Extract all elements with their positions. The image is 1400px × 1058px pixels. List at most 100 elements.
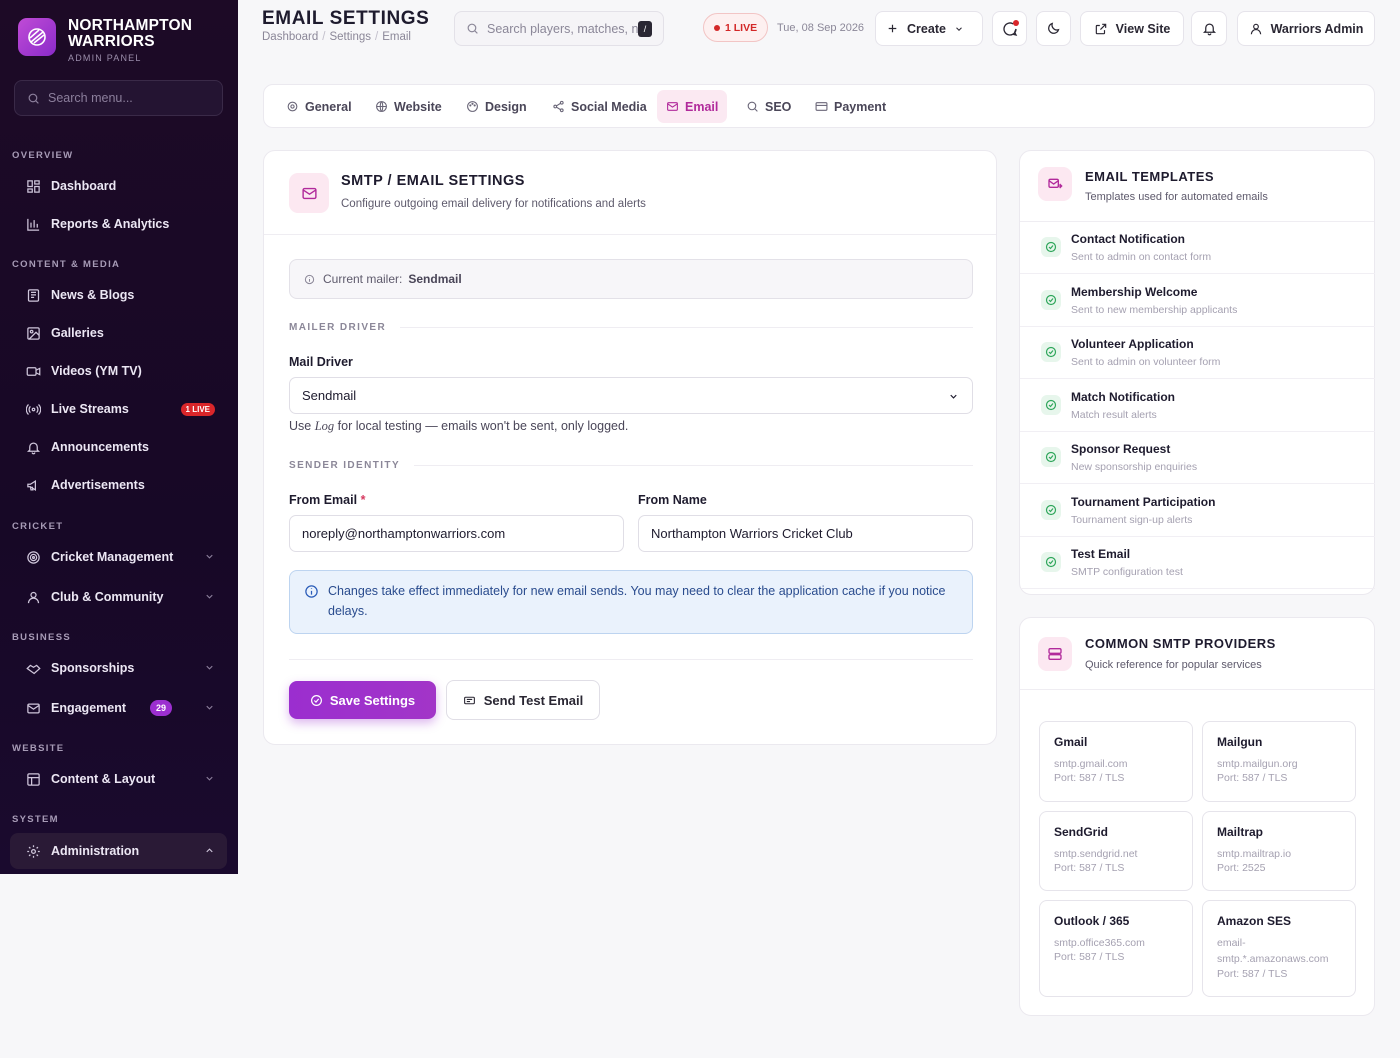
engagement-count-badge: 29 [150,700,173,716]
save-settings-button[interactable]: Save Settings [289,681,436,719]
sidebar-item-label: Club & Community [51,590,164,604]
provider-card[interactable]: SendGrid smtp.sendgrid.net Port: 587 / TLS [1039,811,1193,891]
user-menu-button[interactable]: Warriors Admin [1237,11,1375,46]
help-text-post: for local testing — emails won't be sent… [337,419,629,433]
sidebar-item-label: Reports & Analytics [51,217,170,231]
chevron-down-icon [204,551,215,562]
tab-design[interactable]: Design [457,90,536,123]
sidebar-item-advertisements[interactable]: Advertisements [10,467,227,503]
sidebar-item-news[interactable]: News & Blogs [10,277,227,313]
sidebar-item-club-community[interactable]: Club & Community [10,579,227,615]
cache-notice-text: Changes take effect immediately for new … [328,584,946,618]
broadcast-icon [24,400,42,418]
tab-general[interactable]: General [277,90,361,123]
provider-card[interactable]: Mailtrap smtp.mailtrap.io Port: 2525 [1202,811,1356,891]
theme-toggle-button[interactable] [1036,11,1071,46]
from-name-value: Northampton Warriors Cricket Club [651,526,853,541]
save-settings-label: Save Settings [329,692,416,708]
template-row[interactable]: Membership Welcome Sent to new membership… [1020,275,1375,327]
template-row[interactable]: Tournament Participation Tournament sign-… [1020,485,1375,537]
tab-label: Social Media [571,99,647,114]
brand[interactable]: NORTHAMPTON WARRIORS ADMIN PANEL [18,18,208,63]
sidebar-item-label: Content & Layout [51,772,156,786]
sidebar-search-input[interactable]: Search menu... [14,80,223,116]
mail-icon [666,100,685,113]
provider-card[interactable]: Mailgun smtp.mailgun.org Port: 587 / TLS [1202,721,1356,802]
notifications-button[interactable] [1191,11,1227,46]
template-row[interactable]: Test Email SMTP configuration test [1020,537,1375,589]
bell-icon [1202,21,1217,36]
live-indicator[interactable]: 1 LIVE [703,13,769,42]
tab-label: Email [685,99,719,114]
breadcrumb-email: Email [382,31,411,43]
send-test-email-button[interactable]: Send Test Email [446,680,600,720]
check-circle-icon [1041,289,1061,310]
sidebar-item-sponsorships[interactable]: Sponsorships [10,650,227,686]
divider [1020,689,1374,690]
view-site-button[interactable]: View Site [1080,11,1184,46]
provider-port: Port: 587 / TLS [1054,951,1125,963]
section-cricket: CRICKET [12,521,64,532]
create-button[interactable]: Create [875,11,983,46]
template-name: Membership Welcome [1071,284,1198,299]
global-search-input[interactable]: Search players, matches, n / [454,11,664,46]
sidebar-item-reports[interactable]: Reports & Analytics [10,206,227,242]
tab-label: Payment [834,99,887,114]
group-label: MAILER DRIVER [289,322,387,333]
tab-label: SEO [765,99,792,114]
sidebar-item-content-layout[interactable]: Content & Layout [10,761,227,797]
user-icon [1249,22,1271,36]
sidebar-item-videos[interactable]: Videos (YM TV) [10,353,227,389]
template-row[interactable]: Match Notification Match result alerts [1020,380,1375,432]
mail-driver-select[interactable]: Sendmail [289,377,973,414]
breadcrumb-settings[interactable]: Settings [329,31,371,43]
from-name-field[interactable]: Northampton Warriors Cricket Club [638,515,973,552]
mail-driver-label: Mail Driver [289,355,353,369]
provider-card[interactable]: Outlook / 365 smtp.office365.com Port: 587… [1039,900,1193,997]
provider-name: SendGrid [1054,825,1109,839]
gear-icon [286,100,305,113]
check-circle-icon [1041,394,1061,415]
template-row[interactable]: Sponsor Request New sponsorship enquiries [1020,432,1375,484]
provider-card[interactable]: Amazon SES email-smtp.*.amazonaws.com Port… [1202,900,1356,997]
divider [289,659,973,660]
megaphone-icon [24,476,42,494]
user-name: Warriors Admin [1270,21,1364,36]
from-email-field[interactable]: noreply@northamptonwarriors.com [289,515,624,552]
messages-button[interactable] [992,11,1027,46]
providers-subtitle: Quick reference for popular services [1085,659,1262,671]
chevron-down-icon [204,591,215,602]
chat-notification-icon [1002,19,1019,37]
tab-social-media[interactable]: Social Media [543,90,656,123]
template-name: Test Email [1071,547,1131,561]
tab-email[interactable]: Email [657,90,728,123]
sidebar-item-announcements[interactable]: Announcements [10,429,227,465]
sidebar-item-engagement[interactable]: Engagement 29 [10,690,227,726]
sidebar-item-administration[interactable]: Administration [10,833,227,869]
provider-card[interactable]: Gmail smtp.gmail.com Port: 587 / TLS [1039,721,1193,802]
settings-tabs: General Website Design Social Media Emai… [263,84,1375,128]
sidebar-item-dashboard[interactable]: Dashboard [10,168,227,204]
template-name: Sponsor Request [1071,442,1171,456]
divider [264,234,996,235]
sidebar-item-cricket-management[interactable]: Cricket Management [10,539,227,575]
chevron-down-icon [948,391,959,402]
provider-host: smtp.mailtrap.io [1217,848,1292,860]
newspaper-icon [24,286,42,304]
tab-label: Website [394,99,442,114]
template-row[interactable]: Contact Notification Sent to admin on con… [1020,222,1375,274]
sidebar-item-label: Galleries [51,326,104,340]
tab-seo[interactable]: SEO [737,90,800,123]
tab-website[interactable]: Website [366,90,451,123]
provider-host: smtp.mailgun.org [1217,758,1298,770]
tab-payment[interactable]: Payment [806,90,895,123]
sidebar-item-galleries[interactable]: Galleries [10,315,227,351]
provider-name: Gmail [1054,735,1088,749]
layout-icon [24,770,42,788]
brand-subtitle: ADMIN PANEL [68,53,142,63]
palette-icon [466,100,485,113]
breadcrumb-dashboard[interactable]: Dashboard [262,31,318,43]
provider-host: smtp.sendgrid.net [1054,848,1138,860]
sidebar-item-live-streams[interactable]: Live Streams 1 LIVE [10,391,227,427]
template-row[interactable]: Volunteer Application Sent to admin on vo… [1020,327,1375,379]
